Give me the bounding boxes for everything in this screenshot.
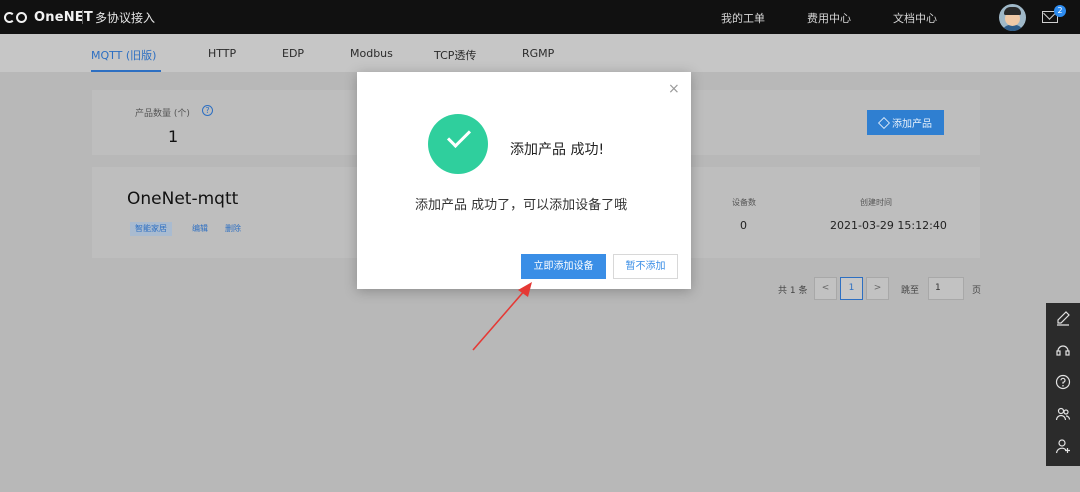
pagination-page-1[interactable]: 1 xyxy=(840,277,863,300)
add-product-label: 添加产品 xyxy=(892,119,932,130)
tab-rgmp[interactable]: RGMP xyxy=(522,47,554,60)
app-title: 多协议接入 xyxy=(95,11,156,25)
add-device-now-button[interactable]: 立即添加设备 xyxy=(521,254,606,279)
help-icon[interactable]: ? xyxy=(202,105,213,116)
avatar[interactable] xyxy=(999,4,1026,31)
brand-name: OneNET xyxy=(34,9,93,25)
tab-modbus[interactable]: Modbus xyxy=(350,47,393,60)
delete-product-link[interactable]: 删除 xyxy=(225,223,241,234)
created-time-value: 2021-03-29 15:12:40 xyxy=(830,219,947,232)
my-tickets-link[interactable]: 我的工单 xyxy=(721,10,765,26)
header-divider xyxy=(82,10,83,24)
device-count-label: 设备数 xyxy=(732,198,756,207)
dialog-message: 添加产品 成功了，可以添加设备了哦 xyxy=(415,198,628,213)
success-check-icon xyxy=(428,114,488,174)
device-count-value: 0 xyxy=(740,219,747,232)
pagination-total: 共 1 条 xyxy=(778,286,808,296)
dialog-title: 添加产品 成功! xyxy=(510,142,605,158)
users-icon[interactable] xyxy=(1046,401,1080,433)
product-name[interactable]: OneNet-mqtt xyxy=(127,189,238,209)
mail-count-badge: 2 xyxy=(1054,5,1066,17)
logo-mark-icon xyxy=(4,10,32,24)
top-navigation-bar: OneNET 多协议接入 我的工单 费用中心 文档中心 2 xyxy=(0,0,1080,34)
add-product-button[interactable]: 添加产品 xyxy=(867,110,944,135)
created-time-label: 创建时间 xyxy=(860,198,892,207)
protocol-tabs: MQTT (旧版) HTTP EDP Modbus TCP透传 RGMP xyxy=(0,34,1080,72)
product-category-tag: 智能家居 xyxy=(130,222,172,236)
floating-toolbar xyxy=(1046,303,1080,466)
product-count-value: 1 xyxy=(168,127,179,146)
pagination-jump-input[interactable]: 1 xyxy=(928,277,964,300)
pagination-prev-button[interactable]: < xyxy=(814,277,837,300)
add-user-icon[interactable] xyxy=(1046,433,1080,465)
tab-mqtt-legacy[interactable]: MQTT (旧版) xyxy=(91,47,156,63)
product-count-label: 产品数量 (个) xyxy=(135,109,190,119)
skip-add-device-button[interactable]: 暂不添加 xyxy=(613,254,678,279)
billing-center-link[interactable]: 费用中心 xyxy=(807,10,851,26)
pagination-jump-label: 跳至 xyxy=(901,286,920,296)
tab-http[interactable]: HTTP xyxy=(208,47,236,60)
edit-icon[interactable] xyxy=(1046,305,1080,337)
close-icon[interactable]: × xyxy=(668,82,680,96)
tab-tcp-passthrough[interactable]: TCP透传 xyxy=(434,47,476,63)
pagination-next-button[interactable]: > xyxy=(866,277,889,300)
success-dialog: × 添加产品 成功! 添加产品 成功了，可以添加设备了哦 立即添加设备 暂不添加 xyxy=(357,72,691,289)
onenet-logo[interactable]: OneNET xyxy=(4,9,93,25)
active-tab-indicator xyxy=(91,70,161,72)
headset-icon[interactable] xyxy=(1046,337,1080,369)
cube-icon xyxy=(877,116,891,129)
docs-center-link[interactable]: 文档中心 xyxy=(893,10,937,26)
help-circle-icon[interactable] xyxy=(1046,369,1080,401)
pagination-page-suffix: 页 xyxy=(972,286,982,296)
edit-product-link[interactable]: 编辑 xyxy=(192,223,208,234)
tab-edp[interactable]: EDP xyxy=(282,47,304,60)
